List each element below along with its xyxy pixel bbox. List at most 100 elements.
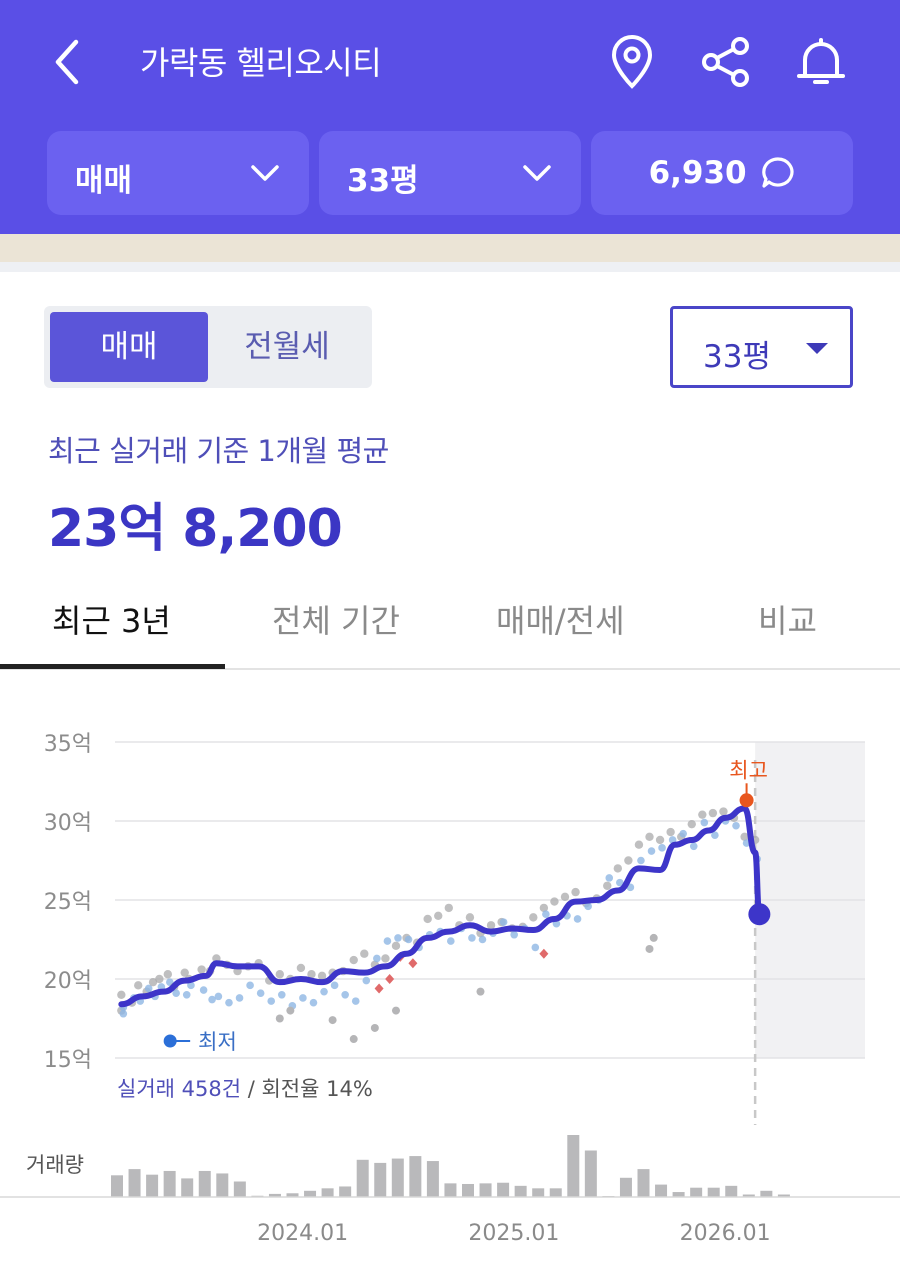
high-marker (739, 793, 754, 808)
size-filter[interactable]: 33평 (319, 131, 581, 215)
deal-point-blue (573, 915, 582, 923)
low-label: 최저 (198, 1030, 237, 1054)
volume-bar (181, 1178, 194, 1197)
volume-bar (111, 1175, 123, 1197)
deal-point-outlier (476, 987, 485, 996)
x-tick-label: 2025.01 (468, 1221, 559, 1246)
deal-point-blue (531, 943, 540, 952)
volume-bar (725, 1185, 738, 1197)
deal-point-blue (542, 910, 550, 919)
price-chart: 35억 30억 25억 20억 15억 최고 최저 실거래 458건 / 회전율 14% 거래량… (0, 700, 900, 1260)
deal-point (645, 832, 654, 841)
deal-point (134, 981, 143, 990)
deal-point-outlier (391, 1006, 400, 1015)
segment-sale[interactable]: 매매 (50, 312, 208, 382)
deal-point-blue (373, 954, 381, 963)
deal-point (698, 810, 707, 819)
deal-point (349, 955, 358, 965)
deal-point (666, 827, 675, 837)
deal-point-blue (330, 981, 339, 990)
volume-bar (637, 1169, 650, 1197)
deal-point-blue (199, 986, 208, 994)
volume-bar (707, 1187, 720, 1197)
deal-point (560, 892, 570, 902)
chevron-left-icon (55, 39, 79, 85)
deal-point (529, 913, 538, 922)
volume-bar (304, 1190, 317, 1197)
tab-recent-3y[interactable]: 최근 3년 (52, 596, 171, 642)
deal-point-blue (277, 991, 286, 999)
deal-point-blue (299, 994, 307, 1002)
volume-bar (497, 1182, 510, 1197)
deal-point-blue (689, 842, 698, 851)
volume-bar (514, 1185, 527, 1197)
deal-point-blue (510, 930, 518, 939)
deal-point-outlier (649, 933, 658, 942)
volume-bar (339, 1186, 352, 1197)
active-tab-indicator (0, 664, 225, 669)
size-dropdown-label: 33평 (703, 339, 771, 375)
deal-point (613, 864, 623, 873)
deal-point-outlier (645, 944, 654, 953)
turnover-rate: / 회전율 14% (241, 1077, 373, 1101)
volume-bar (444, 1183, 457, 1197)
comments-count: 6,930 (591, 131, 853, 191)
deal-point (155, 974, 164, 984)
volume-bar (163, 1170, 176, 1197)
deal-point-blue (605, 874, 614, 882)
back-button[interactable] (40, 30, 100, 94)
segment-rent[interactable]: 전월세 (208, 312, 366, 382)
tab-all-period[interactable]: 전체 기간 (272, 596, 400, 642)
deal-point (571, 887, 580, 897)
deal-point-blue (235, 994, 244, 1002)
tab-sale-jeonse[interactable]: 매매/전세 (496, 596, 625, 642)
volume-label: 거래량 (26, 1153, 84, 1177)
map-pin-icon (611, 35, 653, 89)
x-tick-label: 2024.01 (257, 1221, 348, 1246)
caret-down-icon (806, 343, 828, 354)
y-tick-label: 30억 (44, 811, 92, 836)
trade-type-filter[interactable]: 매매 (47, 131, 309, 215)
high-label: 최고 (729, 758, 768, 782)
notification-button[interactable] (791, 30, 851, 94)
period-tabs: 최근 3년 전체 기간 매매/전세 비교 (0, 578, 900, 670)
deal-point (381, 954, 390, 963)
volume-bar (760, 1190, 773, 1197)
deal-point (687, 819, 696, 829)
average-price-value: 23억 8,200 (48, 499, 343, 559)
comments-button[interactable]: 6,930 (591, 131, 853, 215)
size-dropdown[interactable]: 33평 (670, 306, 853, 388)
deal-point (117, 990, 126, 999)
x-tick-label: 2026.01 (680, 1221, 771, 1246)
header-divider (0, 234, 900, 262)
deal-point (624, 856, 633, 865)
deal-point-blue (679, 829, 687, 838)
page-title: 가락동 헬리오시티 (140, 44, 382, 82)
deal-point (708, 808, 718, 818)
trade-segment-control: 매매 전월세 (44, 306, 372, 388)
deal-point (634, 840, 644, 849)
deal-point-blue (658, 844, 666, 852)
average-price-label: 최근 실거래 기준 1개월 평균 (48, 434, 389, 468)
deal-point (655, 835, 665, 845)
deal-point-outlier (275, 1014, 284, 1023)
volume-bar (233, 1181, 246, 1197)
deal-point-blue (320, 987, 328, 996)
share-icon (702, 37, 749, 87)
deal-point (434, 911, 443, 920)
tab-compare[interactable]: 비교 (758, 596, 817, 642)
deal-point-blue (182, 991, 191, 999)
deal-point-blue (214, 992, 223, 1001)
deal-point-outlier (328, 1016, 337, 1025)
direct-deal-point (539, 948, 549, 959)
deal-point-blue (637, 856, 645, 865)
location-button[interactable] (602, 30, 662, 94)
deal-point-blue (468, 934, 476, 942)
deal-point-blue (732, 821, 740, 830)
volume-bar (146, 1174, 159, 1197)
volume-bar (479, 1183, 492, 1197)
direct-deal-point (385, 974, 395, 984)
y-tick-label: 15억 (44, 1048, 92, 1073)
deal-point-blue (256, 989, 265, 998)
share-button[interactable] (696, 30, 756, 94)
